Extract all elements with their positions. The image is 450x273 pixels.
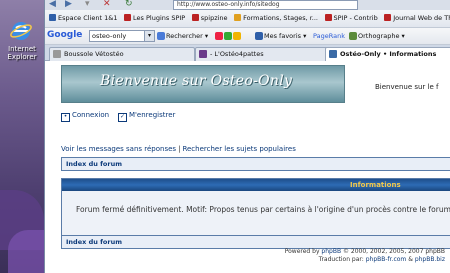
- star-icon: [255, 32, 263, 40]
- desktop: Internet Explorer: [0, 0, 48, 273]
- translation-line: Traduction par: phpBB-fr.com & phpBB.biz: [318, 256, 445, 263]
- banner-title: Bienvenue sur Osteo-Only: [100, 73, 293, 89]
- information-header: Informations: [62, 179, 450, 191]
- unanswered-posts-link[interactable]: Voir les messages sans réponses: [61, 145, 176, 153]
- information-title: Informations: [350, 181, 401, 189]
- tab-osteo-only[interactable]: Ostéo-Only • Informations: [325, 47, 450, 61]
- forum-index-link[interactable]: Index du forum: [66, 158, 122, 170]
- refresh-icon[interactable]: ↻: [125, 0, 137, 9]
- phpbb-biz-link[interactable]: phpBB.biz: [415, 256, 445, 263]
- bookmark-item[interactable]: Espace Client 1&1: [49, 10, 117, 27]
- login-links: • Connexion ✓ M'enregistrer: [61, 111, 175, 122]
- register-link[interactable]: ✓ M'enregistrer: [117, 111, 175, 122]
- bookmark-item[interactable]: Formations, Stages, r...: [234, 10, 318, 27]
- news-icon: [233, 32, 241, 40]
- tab-bar: Boussole Vétostéo - L'Ostéo4pattes Ostéo…: [45, 45, 450, 61]
- internet-explorer-icon[interactable]: [10, 20, 32, 42]
- internet-explorer-label[interactable]: Internet Explorer: [2, 45, 42, 61]
- page-footer: Powered by phpBB © 2000, 2002, 2005, 200…: [285, 248, 445, 264]
- bookmarks-bar: Espace Client 1&1 Les Plugins SPIP spipz…: [45, 10, 450, 28]
- bookmark-item[interactable]: Les Plugins SPIP: [124, 10, 185, 27]
- spellcheck-icon: [349, 32, 357, 40]
- stop-icon[interactable]: ✕: [103, 0, 115, 9]
- information-message: Forum fermé définitivement. Motif: Propo…: [76, 205, 450, 214]
- login-link[interactable]: • Connexion: [61, 111, 109, 122]
- tab-favicon-icon: [329, 50, 337, 58]
- forward-arrow-icon[interactable]: ▶: [65, 0, 77, 9]
- bookmark-favicon-icon: [191, 14, 199, 21]
- phpbb-link[interactable]: phpBB: [321, 248, 341, 255]
- popular-topics-link[interactable]: Rechercher les sujets populaires: [182, 145, 295, 153]
- browser-window: ◀ ▶ ▾ ✕ ↻ http://www.osteo-only.info/sit…: [44, 0, 450, 273]
- search-links: Voir les messages sans réponses | Recherch…: [61, 145, 296, 153]
- bookmark-icon: [215, 32, 223, 40]
- tab-boussole[interactable]: Boussole Vétostéo: [49, 47, 195, 61]
- bookmark-item[interactable]: Journal Web de Thier...: [384, 10, 450, 27]
- google-toolbar: Google osteo-only ▾ Rechercher ▾ Mes fav…: [45, 28, 450, 45]
- bookmark-item[interactable]: spipzine: [191, 10, 228, 27]
- bookmark-favicon-icon: [234, 14, 242, 21]
- information-panel: Informations Forum fermé définitivement.…: [61, 178, 450, 236]
- magnifier-icon: [157, 32, 165, 40]
- register-icon: ✓: [117, 113, 127, 122]
- wallpaper-shape: [8, 230, 48, 273]
- phpbb-fr-link[interactable]: phpBB-fr.com: [366, 256, 407, 263]
- dropdown-arrow-icon[interactable]: ▾: [85, 0, 97, 9]
- favorites-button[interactable]: Mes favoris ▾: [255, 30, 306, 42]
- tab-osteo4pattes[interactable]: - L'Ostéo4pattes: [195, 47, 329, 61]
- welcome-text: Bienvenue sur le f: [375, 83, 439, 91]
- chevron-down-icon[interactable]: ▾: [144, 31, 154, 41]
- back-arrow-icon[interactable]: ◀: [49, 0, 61, 9]
- google-tools-icons[interactable]: [215, 30, 242, 42]
- page-content: Bienvenue sur Osteo-Only Bienvenue sur l…: [45, 61, 450, 273]
- bookmark-favicon-icon: [324, 14, 332, 21]
- bookmark-favicon-icon: [124, 14, 132, 21]
- login-icon: •: [61, 113, 70, 122]
- bookmark-item[interactable]: SPIP - Contrib: [324, 10, 378, 27]
- site-banner[interactable]: Bienvenue sur Osteo-Only: [61, 65, 345, 103]
- spelling-button[interactable]: Orthographe ▾: [349, 30, 405, 42]
- google-search-button[interactable]: Rechercher ▾: [157, 30, 208, 42]
- address-bar[interactable]: http://www.osteo-only.info/sitedog: [173, 0, 358, 10]
- breadcrumb-bottom: Index du forum: [61, 235, 450, 249]
- tab-favicon-icon: [199, 50, 207, 58]
- forum-index-link[interactable]: Index du forum: [66, 236, 122, 248]
- link-separator: |: [178, 145, 181, 153]
- google-search-input[interactable]: osteo-only ▾: [89, 30, 155, 42]
- breadcrumb: Index du forum: [61, 157, 450, 171]
- bookmark-favicon-icon: [49, 14, 56, 21]
- popup-blocker-icon: [224, 32, 232, 40]
- bookmark-favicon-icon: [384, 14, 392, 21]
- powered-by-line: Powered by phpBB © 2000, 2002, 2005, 200…: [284, 248, 445, 255]
- pagerank-indicator[interactable]: PageRank: [313, 30, 345, 42]
- google-logo[interactable]: Google: [47, 30, 82, 40]
- tab-favicon-icon: [53, 50, 61, 58]
